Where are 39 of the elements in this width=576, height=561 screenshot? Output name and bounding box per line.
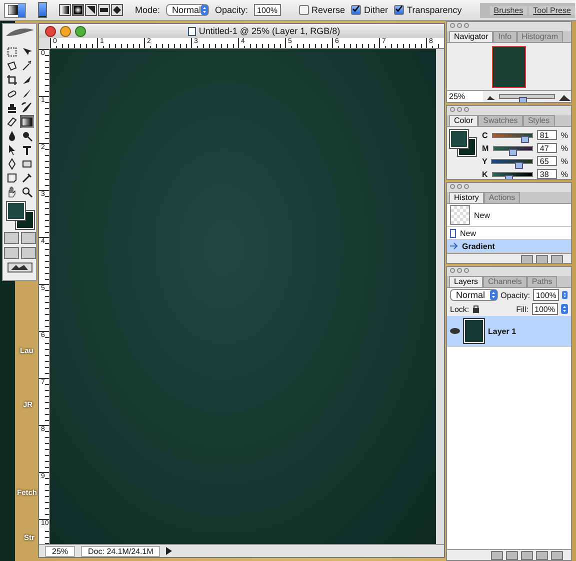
history-item[interactable]: Gradient <box>447 240 571 253</box>
panel-tab[interactable]: Color <box>449 115 478 126</box>
percent-label: % <box>560 156 568 166</box>
mode-label: Mode: <box>135 5 160 15</box>
channel-label: K <box>482 170 488 178</box>
lock-label: Lock: <box>450 304 470 314</box>
channel-value-field[interactable]: 47 <box>536 143 557 153</box>
channel-value-field[interactable]: 65 <box>536 156 557 166</box>
layer-row[interactable]: Layer 1 <box>447 316 571 347</box>
percent-label: % <box>560 170 568 178</box>
channel-value-field[interactable]: 81 <box>536 130 557 140</box>
checkbox-label: Reverse <box>312 5 346 15</box>
fill-label: Fill: <box>516 304 529 314</box>
panel-tab[interactable]: Layers <box>449 276 484 287</box>
zoom-field[interactable]: 25% <box>447 91 483 102</box>
panel-tab[interactable]: Navigator <box>449 31 494 42</box>
channel-value-field[interactable]: 38 <box>536 169 557 179</box>
channel-label: Y <box>482 156 488 166</box>
blend-mode-dropdown[interactable]: Normal <box>450 289 498 301</box>
panel-tab[interactable]: History <box>449 192 484 203</box>
document-size: Doc: 24.1M/24.1M <box>81 546 160 556</box>
history-item[interactable]: New <box>447 204 571 227</box>
channel-label: C <box>482 130 488 140</box>
opacity-label: Opacity: <box>500 290 530 300</box>
palette-well-tab[interactable]: Tool Prese <box>529 6 575 14</box>
history-item[interactable]: New <box>447 227 571 240</box>
percent-label: % <box>560 144 568 152</box>
channel-label: M <box>482 144 489 152</box>
percent-label: % <box>560 130 568 140</box>
checkbox-label: Transparency <box>407 5 462 15</box>
zoom-field[interactable]: 25% <box>45 546 76 556</box>
opacity-field[interactable]: 100% <box>532 289 560 301</box>
mode-dropdown[interactable]: Normal <box>166 4 210 16</box>
checkbox-label: Dither <box>364 5 388 15</box>
window-title: Untitled-1 @ 25% (Layer 1, RGB/8) <box>198 26 340 36</box>
fill-field[interactable]: 100% <box>532 303 558 315</box>
palette-well-tab[interactable]: Brushes <box>490 6 528 14</box>
opacity-field[interactable]: 100% <box>254 4 281 16</box>
opacity-label: Opacity: <box>215 5 248 15</box>
